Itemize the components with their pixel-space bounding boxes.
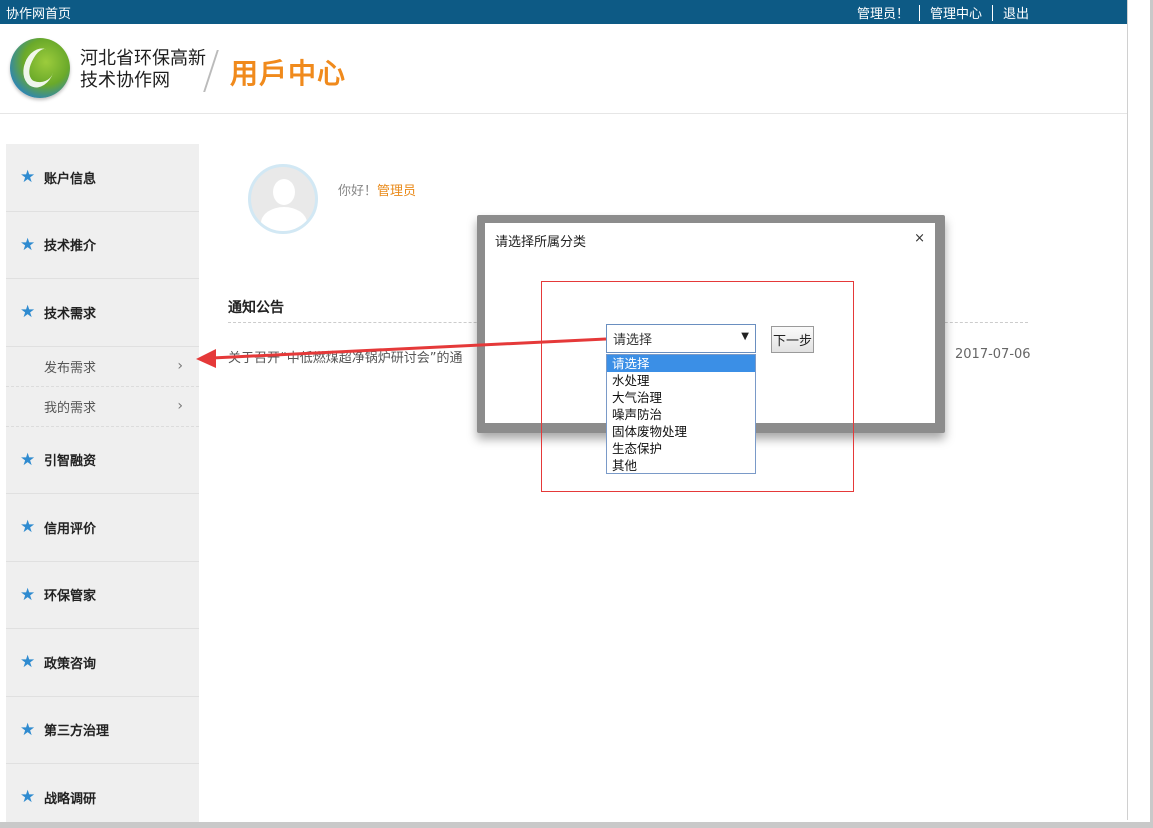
annotation-arrow-icon [196, 337, 607, 368]
